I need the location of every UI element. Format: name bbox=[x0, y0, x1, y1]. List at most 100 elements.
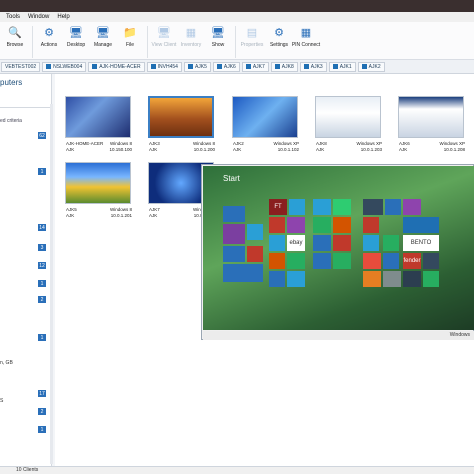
start-tile[interactable]: BENTO bbox=[403, 235, 439, 251]
start-tile[interactable] bbox=[363, 253, 381, 269]
menu-bar: Tools Window Help bbox=[0, 12, 474, 22]
count-badge: 1 bbox=[38, 168, 46, 175]
tab-label: AJK-HOME-ACER bbox=[99, 63, 141, 70]
start-tile[interactable] bbox=[223, 224, 245, 244]
client-user: AJK bbox=[149, 147, 158, 152]
tab-ajk-home-acer[interactable]: AJK-HOME-ACER bbox=[88, 61, 145, 72]
ribbon-button-label: Show bbox=[211, 42, 225, 48]
tab-label: AJK2 bbox=[368, 63, 381, 70]
start-tile[interactable] bbox=[269, 271, 285, 287]
start-tile[interactable] bbox=[423, 271, 439, 287]
start-tile[interactable] bbox=[269, 217, 285, 233]
actions-button[interactable]: ⚙ Actions bbox=[36, 25, 62, 59]
client-thumbnail[interactable] bbox=[65, 162, 131, 204]
start-tile[interactable] bbox=[313, 235, 331, 251]
start-tile[interactable] bbox=[363, 235, 379, 251]
start-tile[interactable] bbox=[383, 271, 401, 287]
client-thumbnail[interactable] bbox=[315, 96, 381, 138]
start-tile[interactable] bbox=[333, 235, 351, 251]
properties-button[interactable]: ▤ Properties bbox=[239, 25, 265, 59]
start-tile[interactable] bbox=[313, 199, 331, 215]
client-card[interactable]: AJK3 Windows 8 AJK 10.0.1.200 bbox=[138, 90, 216, 160]
settings-button[interactable]: ⚙ Settings bbox=[266, 25, 292, 59]
manage-icon: 🖥 bbox=[96, 26, 110, 39]
computer-icon bbox=[187, 64, 193, 69]
tab-ajk8[interactable]: AJK8 bbox=[270, 61, 298, 72]
tab-ajk6[interactable]: AJK6 bbox=[212, 61, 240, 72]
tab-ajk3[interactable]: AJK3 bbox=[299, 61, 327, 72]
start-tile[interactable] bbox=[333, 253, 351, 269]
tab-ajk5[interactable]: AJK5 bbox=[183, 61, 211, 72]
show-button[interactable]: 🖥 Show bbox=[205, 25, 231, 59]
client-caption: AJK6 Windows XP AJK 10.0.1.208 bbox=[399, 141, 465, 153]
file-button[interactable]: 📁 File bbox=[117, 25, 143, 59]
actions-icon: ⚙ bbox=[44, 26, 54, 39]
start-tile[interactable] bbox=[403, 217, 439, 233]
start-tile[interactable] bbox=[287, 253, 305, 269]
tab-ajk7[interactable]: AJK7 bbox=[241, 61, 269, 72]
remote-view-window[interactable]: Start FT ebay BENTO fender Windows bbox=[201, 164, 474, 340]
start-tile[interactable] bbox=[223, 206, 245, 222]
menu-window[interactable]: Window bbox=[28, 14, 49, 20]
start-tile[interactable] bbox=[287, 271, 305, 287]
start-tile[interactable] bbox=[383, 235, 399, 251]
client-card[interactable]: AJK6 Windows XP AJK 10.0.1.208 bbox=[388, 90, 466, 160]
client-user: AJK bbox=[149, 213, 158, 218]
browse-button[interactable]: 🔍 Browse bbox=[2, 25, 28, 59]
ribbon-button-label: Actions bbox=[40, 42, 58, 48]
start-tile[interactable] bbox=[247, 246, 263, 262]
show-icon: 🖥 bbox=[211, 26, 225, 39]
client-card[interactable]: AJK-HOME-ACER Windows 8 AJK 10.150.100 bbox=[55, 90, 133, 160]
start-tile[interactable] bbox=[247, 224, 263, 240]
tab-vebtest002[interactable]: VEBTEST002 bbox=[1, 61, 41, 72]
start-tile[interactable] bbox=[289, 199, 305, 215]
ribbon-button-label: View Client bbox=[151, 42, 177, 48]
client-user: AJK bbox=[399, 147, 408, 152]
menu-tools[interactable]: Tools bbox=[6, 14, 20, 20]
start-tile[interactable] bbox=[223, 264, 263, 282]
tab-nslweb004[interactable]: NSLWEB004 bbox=[42, 61, 87, 72]
start-tile[interactable] bbox=[363, 271, 381, 287]
client-thumbnail[interactable] bbox=[232, 96, 298, 138]
start-tile[interactable]: fender bbox=[403, 253, 421, 269]
view-client-button[interactable]: 🖥 View Client bbox=[151, 25, 177, 59]
tab-ajk2[interactable]: AJK2 bbox=[357, 61, 385, 72]
start-tile[interactable] bbox=[313, 253, 331, 269]
menu-help[interactable]: Help bbox=[57, 14, 69, 20]
manage-button[interactable]: 🖥 Manage bbox=[90, 25, 116, 59]
start-tile[interactable] bbox=[313, 217, 331, 233]
tab-ajk1[interactable]: AJK1 bbox=[328, 61, 356, 72]
left-panel: puters ed criteria 62 1 14 3 12 1 2 1 17 2 1 n, GB… bbox=[0, 74, 52, 466]
start-tile[interactable]: FT bbox=[269, 199, 287, 215]
start-tile[interactable] bbox=[423, 253, 439, 269]
start-tile[interactable] bbox=[383, 253, 399, 269]
start-tile[interactable] bbox=[269, 235, 285, 251]
pin-connect-icon: ▦ bbox=[300, 26, 312, 39]
client-card[interactable]: AJK8 Windows XP AJK 10.0.1.203 bbox=[305, 90, 383, 160]
count-badge: 17 bbox=[38, 390, 46, 397]
start-tile[interactable] bbox=[403, 199, 421, 215]
ribbon-separator bbox=[32, 26, 33, 58]
pin-connect-button[interactable]: ▦ PIN Connect bbox=[292, 25, 320, 59]
start-tile[interactable] bbox=[385, 199, 401, 215]
desktop-button[interactable]: 🖥 Desktop bbox=[63, 25, 89, 59]
tab-invh454[interactable]: INVH454 bbox=[146, 61, 182, 72]
start-tile[interactable] bbox=[333, 217, 351, 233]
client-thumbnail[interactable] bbox=[65, 96, 131, 138]
start-tile[interactable]: ebay bbox=[287, 235, 305, 251]
start-tile[interactable] bbox=[363, 199, 383, 215]
start-tile[interactable] bbox=[287, 217, 305, 233]
start-tile[interactable] bbox=[403, 271, 421, 287]
client-thumbnail[interactable] bbox=[148, 96, 214, 138]
start-tile[interactable] bbox=[333, 199, 351, 215]
computer-icon bbox=[46, 64, 52, 69]
start-tile[interactable] bbox=[269, 253, 285, 269]
start-tile[interactable] bbox=[363, 217, 379, 233]
start-tile[interactable] bbox=[223, 246, 245, 262]
view-client-icon: 🖥 bbox=[157, 26, 171, 39]
client-thumbnail[interactable] bbox=[398, 96, 464, 138]
client-card[interactable]: AJK2 Windows XP AJK 10.0.1.102 bbox=[222, 90, 300, 160]
inventory-button[interactable]: ▦ Inventory bbox=[178, 25, 204, 59]
left-scrollbar[interactable] bbox=[50, 104, 53, 464]
client-card[interactable]: AJK5 Windows 8 AJK 10.0.1.201 bbox=[55, 156, 133, 226]
